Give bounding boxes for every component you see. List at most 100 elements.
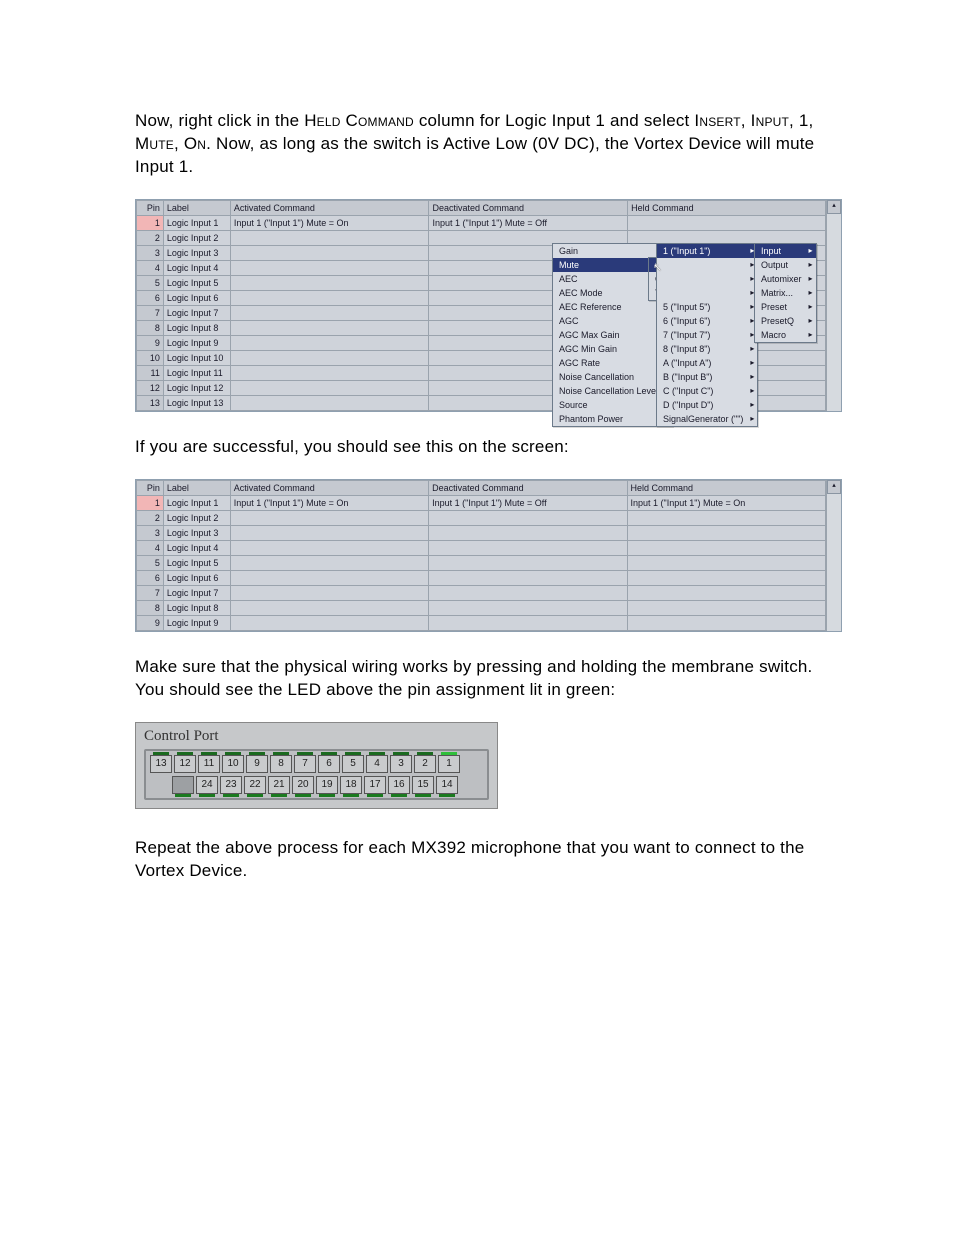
- activated-cmd-cell[interactable]: [230, 335, 429, 350]
- activated-cmd-cell[interactable]: [230, 380, 429, 395]
- scrollbar[interactable]: ▴: [826, 200, 841, 411]
- table-row[interactable]: 2Logic Input 2: [137, 510, 826, 525]
- menu-item[interactable]: [657, 258, 757, 272]
- label-cell: Logic Input 4: [163, 540, 230, 555]
- table-row[interactable]: 5Logic Input 5: [137, 555, 826, 570]
- deactivated-cmd-cell[interactable]: Input 1 ("Input 1") Mute = Off: [429, 215, 628, 230]
- held-cmd-cell[interactable]: [627, 510, 825, 525]
- menu-item[interactable]: AGC Min Gain: [553, 342, 672, 356]
- menu-item[interactable]: Noise Cancellation Level: [553, 384, 672, 398]
- held-cmd-cell[interactable]: [627, 615, 825, 630]
- menu-item[interactable]: 8 ("Input 8"): [657, 342, 757, 356]
- deactivated-cmd-cell[interactable]: [429, 585, 627, 600]
- deactivated-cmd-cell[interactable]: [429, 555, 627, 570]
- activated-cmd-cell[interactable]: [230, 350, 429, 365]
- activated-cmd-cell[interactable]: [230, 365, 429, 380]
- menu-item[interactable]: 6 ("Input 6"): [657, 314, 757, 328]
- activated-cmd-cell[interactable]: [230, 290, 429, 305]
- menu-item[interactable]: Noise Cancellation: [553, 370, 672, 384]
- table-row[interactable]: 1Logic Input 1Input 1 ("Input 1") Mute =…: [137, 495, 826, 510]
- held-cmd-cell[interactable]: [627, 525, 825, 540]
- held-cmd-cell[interactable]: [628, 215, 826, 230]
- held-cmd-cell[interactable]: [627, 570, 825, 585]
- menu-item[interactable]: D ("Input D"): [657, 398, 757, 412]
- menu-item[interactable]: Matrix...: [755, 286, 816, 300]
- menu-item[interactable]: B ("Input B"): [657, 370, 757, 384]
- label-cell: Logic Input 1: [163, 495, 230, 510]
- pin-cell: 1: [137, 495, 164, 510]
- deactivated-cmd-cell[interactable]: [429, 525, 627, 540]
- table-row[interactable]: 4Logic Input 4: [137, 540, 826, 555]
- held-cmd-cell[interactable]: Input 1 ("Input 1") Mute = On: [627, 495, 825, 510]
- menu-item[interactable]: Input: [755, 244, 816, 258]
- menu-item[interactable]: Macro: [755, 328, 816, 342]
- menu-item[interactable]: AGC: [553, 314, 672, 328]
- menu-item[interactable]: AEC Reference: [553, 300, 672, 314]
- menu-item[interactable]: 5 ("Input 5"): [657, 300, 757, 314]
- scrollbar[interactable]: ▴: [826, 480, 841, 631]
- label-cell: Logic Input 8: [163, 320, 230, 335]
- deactivated-cmd-cell[interactable]: [429, 615, 627, 630]
- pin-cell: 8: [137, 320, 164, 335]
- menu-item[interactable]: PresetQ: [755, 314, 816, 328]
- pin-cell: 2: [137, 230, 164, 245]
- activated-cmd-cell[interactable]: [230, 525, 428, 540]
- menu-item[interactable]: Gain: [553, 244, 672, 258]
- menu-item[interactable]: [657, 272, 757, 286]
- activated-cmd-cell[interactable]: [230, 305, 429, 320]
- activated-cmd-cell[interactable]: [230, 570, 428, 585]
- deactivated-cmd-cell[interactable]: Input 1 ("Input 1") Mute = Off: [429, 495, 627, 510]
- activated-cmd-cell[interactable]: [230, 320, 429, 335]
- menu-item[interactable]: AGC Max Gain: [553, 328, 672, 342]
- held-cmd-cell[interactable]: [627, 600, 825, 615]
- table-row[interactable]: 7Logic Input 7: [137, 585, 826, 600]
- menu-item[interactable]: A ("Input A"): [657, 356, 757, 370]
- table-row[interactable]: 6Logic Input 6: [137, 570, 826, 585]
- activated-cmd-cell[interactable]: [230, 585, 428, 600]
- pin-cell: 9: [137, 335, 164, 350]
- deactivated-cmd-cell[interactable]: [429, 510, 627, 525]
- activated-cmd-cell[interactable]: [230, 510, 428, 525]
- menu-item[interactable]: SignalGenerator (""): [657, 412, 757, 426]
- activated-cmd-cell[interactable]: Input 1 ("Input 1") Mute = On: [230, 215, 429, 230]
- table-row[interactable]: 1Logic Input 1Input 1 ("Input 1") Mute =…: [137, 215, 826, 230]
- activated-cmd-cell[interactable]: [230, 615, 428, 630]
- activated-cmd-cell[interactable]: [230, 260, 429, 275]
- pin-cell: 5: [137, 275, 164, 290]
- table-row[interactable]: 8Logic Input 8: [137, 600, 826, 615]
- label-cell: Logic Input 7: [163, 305, 230, 320]
- held-cmd-cell[interactable]: [627, 540, 825, 555]
- menu-item[interactable]: C ("Input C"): [657, 384, 757, 398]
- menu-item[interactable]: 1 ("Input 1"): [657, 244, 757, 258]
- activated-cmd-cell[interactable]: [230, 230, 429, 245]
- activated-cmd-cell[interactable]: [230, 555, 428, 570]
- deactivated-cmd-cell[interactable]: [429, 570, 627, 585]
- held-cmd-cell[interactable]: [627, 555, 825, 570]
- menu-item[interactable]: AGC Rate: [553, 356, 672, 370]
- scroll-up-icon[interactable]: ▴: [827, 200, 841, 214]
- pin-3: 3: [390, 755, 412, 773]
- scroll-up-icon[interactable]: ▴: [827, 480, 841, 494]
- menu-item[interactable]: Preset: [755, 300, 816, 314]
- menu-item[interactable]: [657, 286, 757, 300]
- pin-14: 14: [436, 776, 458, 794]
- activated-cmd-cell[interactable]: Input 1 ("Input 1") Mute = On: [230, 495, 428, 510]
- activated-cmd-cell[interactable]: [230, 245, 429, 260]
- table-row[interactable]: 3Logic Input 3: [137, 525, 826, 540]
- activated-cmd-cell[interactable]: [230, 275, 429, 290]
- pin-6: 6: [318, 755, 340, 773]
- menu-item[interactable]: 7 ("Input 7"): [657, 328, 757, 342]
- held-cmd-cell[interactable]: [627, 585, 825, 600]
- table-row[interactable]: 9Logic Input 9: [137, 615, 826, 630]
- menu-item[interactable]: Source: [553, 398, 672, 412]
- activated-cmd-cell[interactable]: [230, 540, 428, 555]
- deactivated-cmd-cell[interactable]: [429, 600, 627, 615]
- label-cell: Logic Input 6: [163, 290, 230, 305]
- label-cell: Logic Input 10: [163, 350, 230, 365]
- menu-item[interactable]: Automixer: [755, 272, 816, 286]
- deactivated-cmd-cell[interactable]: [429, 540, 627, 555]
- menu-item[interactable]: Phantom Power: [553, 412, 672, 426]
- activated-cmd-cell[interactable]: [230, 395, 429, 410]
- activated-cmd-cell[interactable]: [230, 600, 428, 615]
- menu-item[interactable]: Output: [755, 258, 816, 272]
